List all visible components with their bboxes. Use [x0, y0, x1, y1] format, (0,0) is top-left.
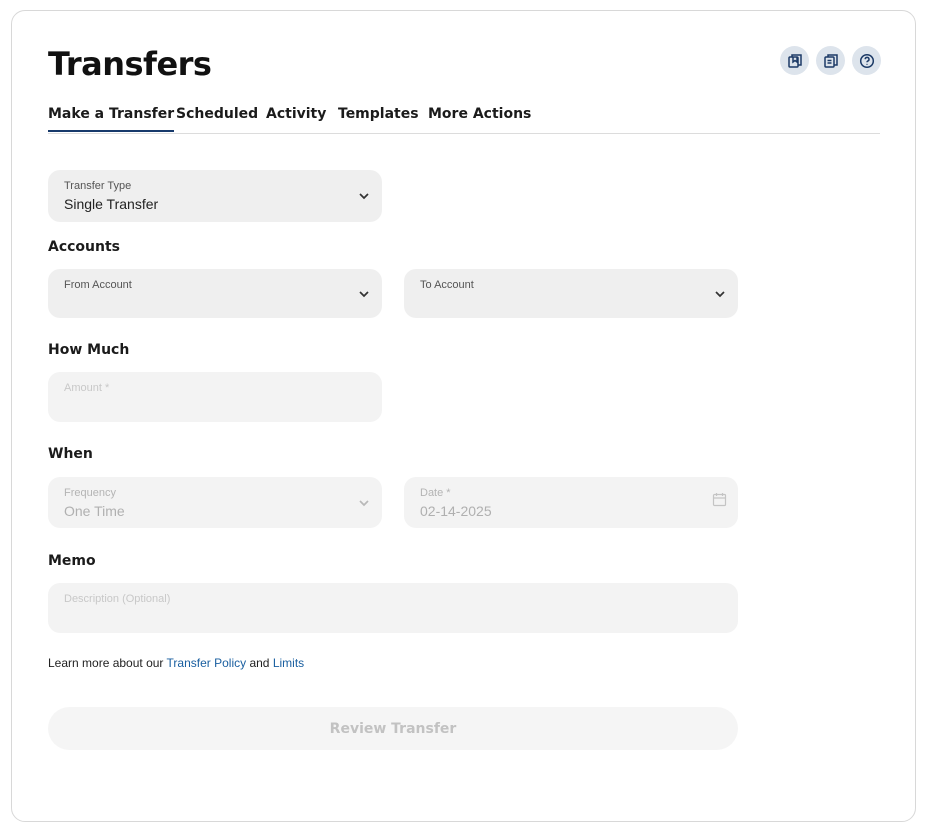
help-button[interactable] — [852, 46, 881, 75]
tab-make-a-transfer[interactable]: Make a Transfer — [48, 106, 175, 132]
how-much-heading: How Much — [48, 342, 130, 358]
from-account-select[interactable]: From Account — [48, 269, 382, 318]
transfer-type-select[interactable]: Transfer Type Single Transfer — [48, 170, 382, 222]
calendar-icon[interactable] — [712, 492, 727, 507]
to-account-label: To Account — [420, 279, 474, 291]
transfer-policy-link[interactable]: Transfer Policy — [167, 656, 247, 670]
description-input[interactable]: Description (Optional) — [48, 583, 738, 633]
amount-input[interactable]: Amount * — [48, 372, 382, 422]
chevron-down-icon — [359, 290, 369, 297]
date-input[interactable]: Date * 02-14-2025 — [404, 477, 738, 528]
limits-link[interactable]: Limits — [273, 656, 304, 670]
tab-more-actions[interactable]: More Actions — [428, 106, 531, 122]
frequency-select[interactable]: Frequency One Time — [48, 477, 382, 528]
note-and: and — [249, 656, 270, 670]
document-list-icon — [823, 53, 838, 68]
transfer-type-value: Single Transfer — [64, 196, 159, 212]
description-label: Description (Optional) — [64, 593, 171, 605]
note-prefix: Learn more about our — [48, 656, 164, 670]
when-heading: When — [48, 446, 93, 462]
date-value: 02-14-2025 — [420, 503, 492, 519]
memo-heading: Memo — [48, 553, 96, 569]
chevron-down-icon — [359, 193, 369, 200]
to-account-select[interactable]: To Account — [404, 269, 738, 318]
frequency-value: One Time — [64, 503, 125, 519]
tab-activity[interactable]: Activity — [266, 106, 326, 122]
help-icon — [859, 53, 874, 68]
chevron-down-icon — [715, 290, 725, 297]
frequency-label: Frequency — [64, 487, 116, 499]
tab-scheduled[interactable]: Scheduled — [176, 106, 258, 122]
amount-label: Amount * — [64, 382, 110, 394]
tab-templates[interactable]: Templates — [338, 106, 419, 122]
tabs-divider — [48, 133, 880, 134]
accounts-heading: Accounts — [48, 239, 121, 255]
transfer-type-label: Transfer Type — [64, 180, 132, 192]
statements-button[interactable] — [816, 46, 845, 75]
policy-note: Learn more about our Transfer Policy and… — [48, 656, 304, 670]
from-account-label: From Account — [64, 279, 132, 291]
date-label: Date * — [420, 487, 451, 499]
page-title: Transfers — [48, 45, 212, 83]
review-transfer-button[interactable]: Review Transfer — [48, 707, 738, 750]
bookmark-icon — [787, 53, 802, 68]
chevron-down-icon — [359, 499, 369, 506]
bookmark-button[interactable] — [780, 46, 809, 75]
